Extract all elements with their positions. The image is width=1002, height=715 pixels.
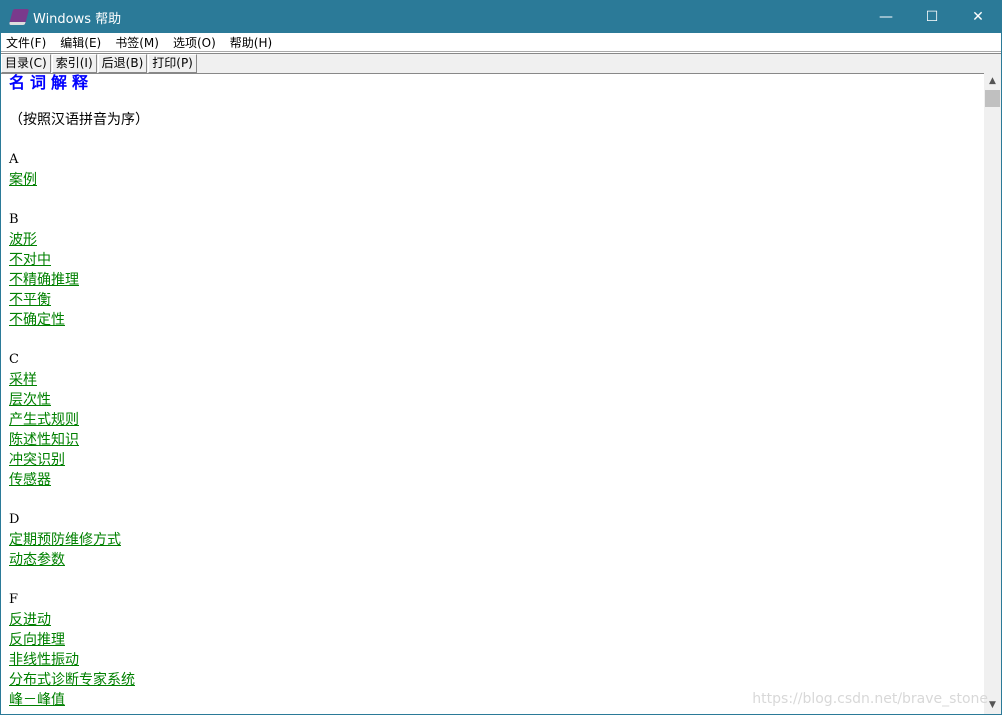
glossary-section: B 波形 不对中 不精确推理 不平衡 不确定性 — [9, 210, 985, 330]
page-subtitle: （按照汉语拼音为序） — [9, 112, 149, 128]
glossary-link[interactable]: 反向推理 — [9, 630, 985, 650]
glossary-link[interactable]: 不平衡 — [9, 290, 985, 310]
print-button[interactable]: 打印(P) — [148, 54, 197, 73]
back-button[interactable]: 后退(B) — [97, 54, 148, 73]
glossary-link[interactable]: 不对中 — [9, 250, 985, 270]
glossary-link[interactable]: 非线性振动 — [9, 650, 985, 670]
section-letter: B — [9, 212, 19, 227]
index-button[interactable]: 索引(I) — [51, 54, 97, 73]
section-letter: C — [9, 352, 19, 367]
maximize-button[interactable]: ☐ — [909, 1, 955, 33]
menu-edit[interactable]: 编辑(E) — [60, 34, 101, 51]
section-letter: D — [9, 512, 20, 527]
title-bar: Windows 帮助 — ☐ ✕ — [1, 1, 1001, 33]
glossary-link[interactable]: 分布式诊断专家系统 — [9, 670, 985, 690]
glossary-section: D 定期预防维修方式 动态参数 — [9, 510, 985, 570]
glossary-link[interactable]: 动态参数 — [9, 550, 985, 570]
scroll-up-icon[interactable]: ▲ — [984, 73, 1001, 90]
page-title: 名词解释 — [9, 73, 94, 92]
help-content: 名词解释 （按照汉语拼音为序） A 案例 B 波形 不对中 不精确推理 不平衡 不确定性 C 采样… — [1, 73, 985, 714]
glossary-link[interactable]: 定期预防维修方式 — [9, 530, 985, 550]
help-book-icon — [8, 9, 30, 25]
glossary-link[interactable]: 不确定性 — [9, 310, 985, 330]
watermark: https://blog.csdn.net/brave_stone — [752, 691, 988, 707]
glossary-link[interactable]: 波形 — [9, 230, 985, 250]
menu-file[interactable]: 文件(F) — [6, 34, 46, 51]
glossary-link[interactable]: 不精确推理 — [9, 270, 985, 290]
menu-bar: 文件(F) 编辑(E) 书签(M) 选项(O) 帮助(H) — [1, 33, 1001, 52]
close-button[interactable]: ✕ — [955, 1, 1001, 33]
glossary-section: C 采样 层次性 产生式规则 陈述性知识 冲突识别 传感器 — [9, 350, 985, 490]
glossary-link[interactable]: 采样 — [9, 370, 985, 390]
section-letter: A — [9, 152, 19, 167]
glossary-link[interactable]: 产生式规则 — [9, 410, 985, 430]
minimize-button[interactable]: — — [863, 1, 909, 33]
section-letter: F — [9, 592, 19, 607]
vertical-scrollbar[interactable]: ▲ ▼ — [984, 73, 1001, 714]
glossary-link[interactable]: 反进动 — [9, 610, 985, 630]
glossary-link[interactable]: 案例 — [9, 170, 985, 190]
glossary-link[interactable]: 层次性 — [9, 390, 985, 410]
menu-bookmark[interactable]: 书签(M) — [115, 34, 159, 51]
menu-options[interactable]: 选项(O) — [173, 34, 216, 51]
glossary-link[interactable]: 冲突识别 — [9, 450, 985, 470]
glossary-link[interactable]: 传感器 — [9, 470, 985, 490]
toolbar: 目录(C) 索引(I) 后退(B) 打印(P) — [1, 53, 1001, 74]
window-title: Windows 帮助 — [33, 11, 122, 27]
glossary-section: A 案例 — [9, 150, 985, 190]
glossary-link[interactable]: 陈述性知识 — [9, 430, 985, 450]
contents-button[interactable]: 目录(C) — [1, 54, 51, 73]
scroll-thumb[interactable] — [985, 90, 1000, 107]
menu-help[interactable]: 帮助(H) — [230, 34, 272, 51]
